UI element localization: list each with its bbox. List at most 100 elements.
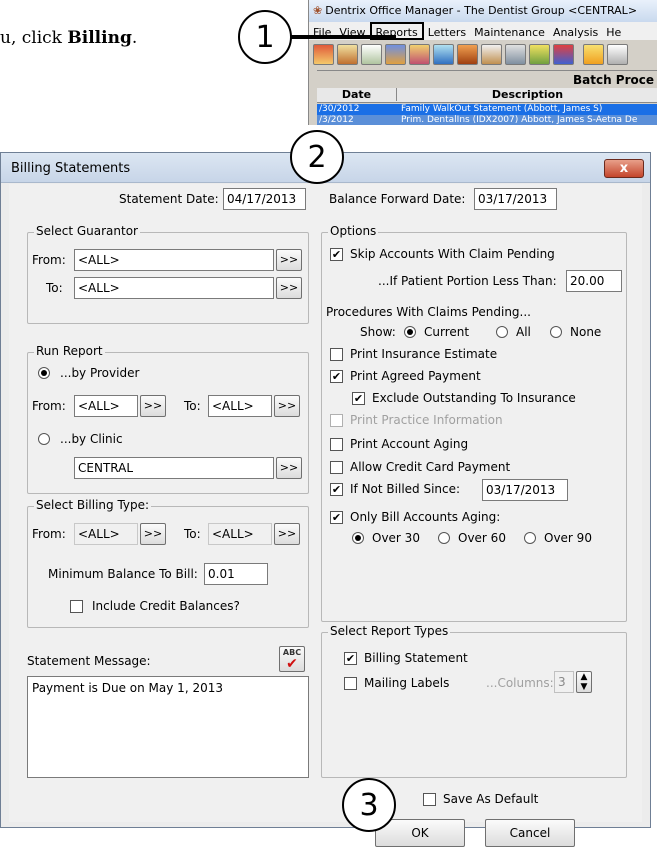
select-guarantor-group: Select Guarantor From: <ALL> >> To: <ALL… <box>27 224 309 324</box>
toolbar-icon-4[interactable] <box>385 44 406 65</box>
toolbar-icon-3[interactable] <box>361 44 382 65</box>
toolbar-icon-12[interactable] <box>583 44 604 65</box>
allow-cc-checkbox[interactable] <box>330 461 343 474</box>
over90-radio[interactable] <box>524 532 536 544</box>
over60-radio[interactable] <box>438 532 450 544</box>
by-provider-label: ...by Provider <box>60 366 140 380</box>
toolbar-icon-6[interactable] <box>433 44 454 65</box>
billing-statements-dialog: Billing Statements x Statement Date: 04/… <box>0 152 651 847</box>
toolbar-icon-8[interactable] <box>481 44 502 65</box>
only-bill-aging-checkbox[interactable]: ✔ <box>330 511 343 524</box>
save-default-checkbox[interactable] <box>423 793 436 806</box>
column-date[interactable]: Date <box>317 88 397 101</box>
close-icon[interactable]: x <box>604 159 644 178</box>
billing-to-field[interactable]: <ALL> <box>208 523 272 545</box>
show-none-radio[interactable] <box>550 326 562 338</box>
min-balance-field[interactable]: 0.01 <box>204 563 268 585</box>
toolbar-icon-11[interactable] <box>553 44 574 65</box>
provider-to-label: To: <box>184 399 201 413</box>
guarantor-from-label: From: <box>32 253 66 267</box>
toolbar-icon-9[interactable] <box>505 44 526 65</box>
guarantor-from-browse-button[interactable]: >> <box>276 249 302 271</box>
include-credit-label: Include Credit Balances? <box>92 599 240 613</box>
toolbar-icon-2[interactable] <box>337 44 358 65</box>
guarantor-from-field[interactable]: <ALL> <box>74 249 274 271</box>
not-billed-checkbox[interactable]: ✔ <box>330 483 343 496</box>
print-practice-checkbox[interactable] <box>330 414 343 427</box>
toolbar-icon-13[interactable] <box>607 44 628 65</box>
min-balance-label: Minimum Balance To Bill: <box>48 567 198 581</box>
print-ins-estimate-checkbox[interactable] <box>330 348 343 361</box>
show-current-label: Current <box>424 325 470 339</box>
dentrix-logo-icon: ❀ <box>313 4 323 17</box>
include-credit-checkbox[interactable] <box>70 600 83 613</box>
batch-row[interactable]: /30/2012 Family WalkOut Statement (Abbott… <box>317 104 657 115</box>
billing-to-browse-button[interactable]: >> <box>274 523 300 545</box>
clinic-browse-button[interactable]: >> <box>276 457 302 479</box>
toolbar-icon-5[interactable] <box>409 44 430 65</box>
menu-file[interactable]: File <box>309 24 335 42</box>
by-provider-radio[interactable] <box>38 367 50 379</box>
statement-date-field[interactable]: 04/17/2013 <box>223 188 306 210</box>
columns-field[interactable]: 3 <box>554 671 574 693</box>
statement-message-textarea[interactable]: Payment is Due on May 1, 2013 <box>27 676 309 778</box>
toolbar-icon-7[interactable] <box>457 44 478 65</box>
provider-from-label: From: <box>32 399 66 413</box>
menu-view[interactable]: View <box>335 24 369 42</box>
guarantor-to-browse-button[interactable]: >> <box>276 277 302 299</box>
spell-check-button[interactable]: ABC ✔ <box>279 646 305 672</box>
run-report-group: Run Report ...by Provider From: <ALL> >>… <box>27 344 309 494</box>
spinner-down-icon[interactable]: ▼ <box>581 682 588 692</box>
guarantor-to-field[interactable]: <ALL> <box>74 277 274 299</box>
billing-from-browse-button[interactable]: >> <box>140 523 166 545</box>
cancel-button[interactable]: Cancel <box>485 819 575 847</box>
over30-radio[interactable] <box>352 532 364 544</box>
billing-from-label: From: <box>32 527 66 541</box>
over60-label: Over 60 <box>458 531 506 545</box>
select-guarantor-title: Select Guarantor <box>34 224 140 238</box>
column-description[interactable]: Description <box>397 88 657 101</box>
report-types-title: Select Report Types <box>328 624 451 638</box>
menu-help[interactable]: He <box>602 24 625 42</box>
mailing-labels-label: Mailing Labels <box>364 676 450 690</box>
toolbar-icon-10[interactable] <box>529 44 550 65</box>
provider-from-browse-button[interactable]: >> <box>140 395 166 417</box>
callout-1: 1 <box>238 10 292 64</box>
run-report-title: Run Report <box>34 344 105 358</box>
menu-maintenance[interactable]: Maintenance <box>470 24 549 42</box>
print-agreed-checkbox[interactable]: ✔ <box>330 370 343 383</box>
toolbar-icon-1[interactable] <box>313 44 334 65</box>
spinner-up-icon[interactable]: ▲ <box>581 672 588 682</box>
portion-field[interactable]: 20.00 <box>566 270 622 292</box>
print-aging-label: Print Account Aging <box>350 437 469 451</box>
menu-letters[interactable]: Letters <box>424 24 470 42</box>
dentrix-toolbar <box>309 42 657 68</box>
balance-forward-field[interactable]: 03/17/2013 <box>474 188 557 210</box>
show-none-label: None <box>570 325 602 339</box>
columns-spinner[interactable]: ▲ ▼ <box>576 671 592 693</box>
exclude-outstanding-checkbox[interactable]: ✔ <box>352 392 365 405</box>
instruction-text: u, click Billing. <box>0 28 138 48</box>
print-aging-checkbox[interactable] <box>330 438 343 451</box>
show-label: Show: <box>360 325 396 339</box>
billing-statement-checkbox[interactable]: ✔ <box>344 652 357 665</box>
by-clinic-radio[interactable] <box>38 433 50 445</box>
provider-to-browse-button[interactable]: >> <box>274 395 300 417</box>
show-all-radio[interactable] <box>496 326 508 338</box>
clinic-field[interactable]: CENTRAL <box>74 457 274 479</box>
batch-processor-header: Batch Proce <box>317 70 657 88</box>
provider-to-field[interactable]: <ALL> <box>208 395 272 417</box>
billing-type-title: Select Billing Type: <box>34 498 152 512</box>
skip-claim-checkbox[interactable]: ✔ <box>330 248 343 261</box>
exclude-outstanding-label: Exclude Outstanding To Insurance <box>372 391 576 405</box>
mailing-labels-checkbox[interactable] <box>344 677 357 690</box>
dentrix-title-bar: ❀ Dentrix Office Manager - The Dentist Gr… <box>309 0 657 22</box>
not-billed-field[interactable]: 03/17/2013 <box>482 479 568 501</box>
guarantor-to-label: To: <box>46 281 63 295</box>
show-current-radio[interactable] <box>404 326 416 338</box>
batch-row[interactable]: /3/2012 Prim. DentalIns (IDX2007) Abbott,… <box>317 115 657 125</box>
menu-analysis[interactable]: Analysis <box>549 24 602 42</box>
provider-from-field[interactable]: <ALL> <box>74 395 138 417</box>
billing-from-field[interactable]: <ALL> <box>74 523 138 545</box>
skip-claim-label: Skip Accounts With Claim Pending <box>350 247 555 261</box>
